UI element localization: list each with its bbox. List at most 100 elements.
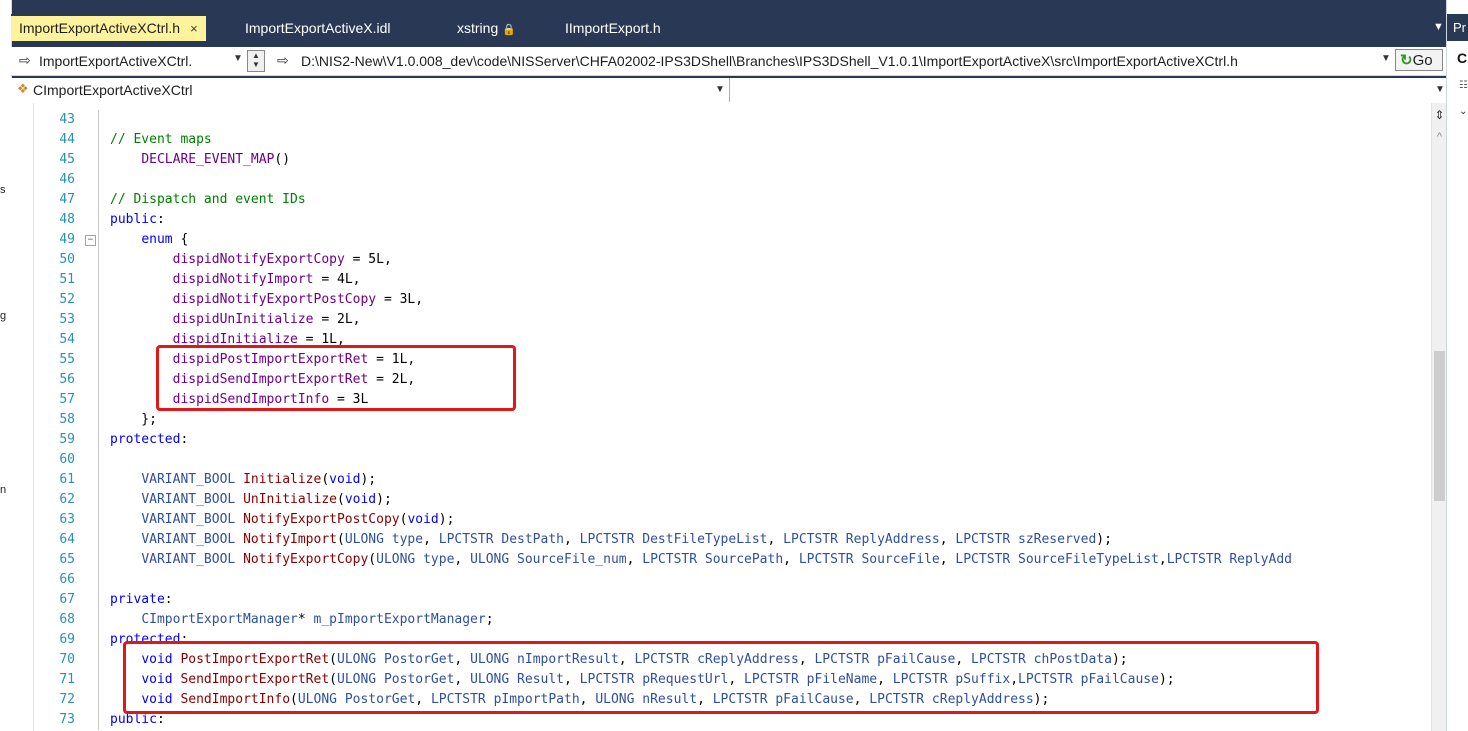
arrow-right-icon: ⇨ <box>277 52 289 68</box>
go-label: Go <box>1412 52 1433 69</box>
code-line[interactable]: 67 private: <box>33 590 1423 610</box>
tab-importexportactivexctrl-h[interactable]: ImportExportActiveXCtrl.h × <box>11 16 206 41</box>
code-text: VARIANT_BOOL NotifyImport(ULONG type, LP… <box>141 532 1112 547</box>
code-line[interactable]: 59 protected: <box>33 430 1423 450</box>
outline-guide <box>98 330 99 350</box>
code-line[interactable]: 65 VARIANT_BOOL NotifyExportCopy(ULONG t… <box>33 550 1423 570</box>
member-combo-chevron-icon[interactable]: ▼ <box>1435 84 1445 95</box>
line-number: 69 <box>59 632 75 647</box>
collapse-icon[interactable]: − <box>85 235 96 246</box>
tab-label: xstring <box>457 20 499 36</box>
line-number: 47 <box>59 192 75 207</box>
go-icon: ↻ <box>1400 52 1413 69</box>
code-line[interactable]: 61 VARIANT_BOOL Initialize(void); <box>33 470 1423 490</box>
class-icon: ❖ <box>17 81 29 96</box>
line-number: 66 <box>59 572 75 587</box>
code-area[interactable]: 43 44// Event maps 45 DECLARE_EVENT_MAP() 4… <box>33 110 1423 731</box>
code-line[interactable]: 52 dispidNotifyExportPostCopy = 3L, <box>33 290 1423 310</box>
tab-xstring[interactable]: xstring 🔒 <box>449 16 524 41</box>
outline-guide <box>98 690 99 710</box>
chevron-down-icon[interactable]: ▼ <box>233 53 243 64</box>
code-text: public: <box>110 212 165 227</box>
outline-guide <box>98 410 99 430</box>
highlight-box-enum-ids <box>156 345 516 411</box>
class-view-combo[interactable]: ImportExportActiveXCtrl. <box>39 53 192 69</box>
class-combo[interactable]: ❖ CImportExportActiveXCtrl ▼ <box>11 78 730 102</box>
code-line[interactable]: 47 // Dispatch and event IDs <box>33 190 1423 210</box>
code-text: }; <box>110 412 157 427</box>
scrollbar-thumb[interactable] <box>1434 351 1445 501</box>
navigation-bar: ⇨ ImportExportActiveXCtrl. ▼ ▲ ▼ ⇨ D:\NIS… <box>11 47 1446 76</box>
outline-guide <box>98 650 99 670</box>
close-icon[interactable]: × <box>190 21 198 36</box>
tab-importexportactivex-idl[interactable]: ImportExportActiveX.idl <box>237 16 399 41</box>
line-number: 73 <box>59 712 75 727</box>
line-number: 62 <box>59 492 75 507</box>
line-number: 68 <box>59 612 75 627</box>
code-text: VARIANT_BOOL NotifyExportCopy(ULONG type… <box>141 552 1292 567</box>
code-line[interactable]: 62 VARIANT_BOOL UnInitialize(void); <box>33 490 1423 510</box>
code-line[interactable]: 68 CImportExportManager* m_pImportExport… <box>33 610 1423 630</box>
properties-panel-title[interactable]: Pr <box>1447 14 1468 41</box>
vertical-scrollbar[interactable]: ⇕ ^ <box>1431 103 1447 731</box>
code-line[interactable]: 46 <box>33 170 1423 190</box>
outline-guide <box>98 110 99 130</box>
go-button[interactable]: ↻Go <box>1395 49 1443 71</box>
outline-guide <box>98 150 99 170</box>
outline-guide <box>98 470 99 490</box>
code-line[interactable]: 60 <box>33 450 1423 470</box>
code-text: DECLARE_EVENT_MAP() <box>141 152 291 167</box>
line-number: 63 <box>59 512 75 527</box>
outline-guide <box>98 670 99 690</box>
tab-iimportexport-h[interactable]: IImportExport.h <box>557 16 669 41</box>
code-editor[interactable]: 43 44// Event maps 45 DECLARE_EVENT_MAP() 4… <box>11 103 1447 731</box>
sort-icon[interactable]: ☷ <box>1459 80 1468 91</box>
code-text: enum { <box>141 232 189 247</box>
tab-list-dropdown-icon[interactable]: ▼ <box>1433 21 1444 33</box>
outline-guide <box>98 270 99 290</box>
outline-guide <box>98 710 99 730</box>
code-text: dispidNotifyImport = 4L, <box>172 272 361 287</box>
spin-button[interactable]: ▲ ▼ <box>247 50 265 72</box>
outline-guide <box>98 250 99 270</box>
line-number: 67 <box>59 592 75 607</box>
outline-guide <box>98 570 99 590</box>
file-path-combo[interactable]: D:\NIS2-New\V1.0.008_dev\code\NISServer\… <box>301 53 1373 69</box>
line-number: 44 <box>59 132 75 147</box>
code-line[interactable]: 45 DECLARE_EVENT_MAP() <box>33 150 1423 170</box>
chevron-down-icon[interactable]: ▼ <box>1381 53 1391 64</box>
line-number: 49 <box>59 232 75 247</box>
left-strip-text-1: s <box>0 184 6 196</box>
line-number: 72 <box>59 692 75 707</box>
code-line[interactable]: 63 VARIANT_BOOL NotifyExportPostCopy(voi… <box>33 510 1423 530</box>
line-number: 48 <box>59 212 75 227</box>
code-line[interactable]: 64 VARIANT_BOOL NotifyImport(ULONG type,… <box>33 530 1423 550</box>
code-line[interactable]: 44 // Event maps <box>33 130 1423 150</box>
code-text: dispidNotifyExportCopy = 5L, <box>172 252 392 267</box>
outline-guide <box>98 510 99 530</box>
line-number: 50 <box>59 252 75 267</box>
code-line[interactable]: 50 dispidNotifyExportCopy = 5L, <box>33 250 1423 270</box>
split-icon[interactable]: ⇕ <box>1433 108 1446 124</box>
highlight-box-methods <box>123 641 1319 714</box>
code-text: dispidUnInitialize = 2L, <box>172 312 361 327</box>
outline-guide <box>98 430 99 450</box>
line-number: 46 <box>59 172 75 187</box>
code-line[interactable]: 48 public: <box>33 210 1423 230</box>
code-line[interactable]: 51 dispidNotifyImport = 4L, <box>33 270 1423 290</box>
code-line[interactable]: 53 dispidUnInitialize = 2L, <box>33 310 1423 330</box>
chevron-down-icon[interactable]: ⌄ <box>1459 106 1467 117</box>
chevron-down-icon[interactable]: ▼ <box>715 84 725 95</box>
document-tab-bar: ImportExportActiveXCtrl.h × ImportExportA… <box>11 14 1446 41</box>
properties-panel: Pr C ☷ ⌄ <box>1446 0 1468 731</box>
code-text: // Dispatch and event IDs <box>110 192 306 207</box>
line-number: 51 <box>59 272 75 287</box>
code-line[interactable]: 66 <box>33 570 1423 590</box>
code-line[interactable]: 49− enum { <box>33 230 1423 250</box>
code-line[interactable]: 58 }; <box>33 410 1423 430</box>
chevron-up-icon[interactable]: ^ <box>1433 131 1446 143</box>
code-line[interactable]: 43 <box>33 110 1423 130</box>
tab-label: ImportExportActiveXCtrl.h <box>19 20 181 36</box>
editor-margin <box>11 103 34 731</box>
code-text: protected: <box>110 432 189 447</box>
